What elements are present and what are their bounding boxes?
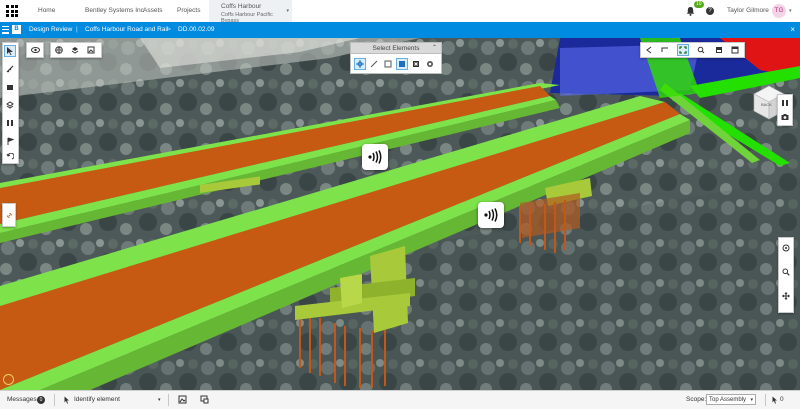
columns-icon[interactable]: [4, 117, 16, 129]
user-name[interactable]: Taylor Gilmore: [727, 0, 769, 22]
project-tab[interactable]: Coffs Harbour Coffs Harbour Pacific Bypa…: [209, 0, 292, 24]
measure-icon[interactable]: [4, 63, 16, 75]
selection-count: 0: [780, 396, 784, 403]
isolate-icon[interactable]: [4, 99, 16, 111]
add-selection-icon[interactable]: [396, 58, 408, 70]
nav-organization[interactable]: Bentley Systems Inc: [85, 0, 144, 22]
section-box-icon[interactable]: [4, 81, 16, 93]
zoom-panel: [778, 237, 794, 313]
element-select-icon[interactable]: [354, 58, 366, 70]
help-icon[interactable]: ?: [706, 7, 714, 15]
bridge-scene: [0, 38, 800, 390]
window-icon[interactable]: [200, 395, 209, 404]
close-icon[interactable]: ×: [790, 22, 795, 38]
columns-view-icon[interactable]: [779, 97, 791, 109]
breadcrumb-bar: B Design Review | Coffs Harbour Road and…: [0, 22, 800, 38]
undo-view-icon[interactable]: [4, 151, 16, 163]
chevron-down-icon[interactable]: ▾: [789, 8, 792, 14]
eye-icon[interactable]: [29, 44, 41, 56]
pan-icon[interactable]: [780, 290, 792, 302]
walk-icon[interactable]: [643, 44, 655, 56]
camera-panel: [777, 94, 793, 126]
breadcrumb-arrow: >: [167, 26, 171, 33]
scope-value: Top Assembly: [709, 397, 747, 403]
divider: [54, 394, 55, 406]
left-toolbar: [2, 42, 19, 164]
clear-selection-icon[interactable]: [424, 58, 436, 70]
notification-badge: 10: [694, 1, 704, 8]
breadcrumb-project[interactable]: Coffs Harbour Road and Rail: [85, 22, 168, 38]
view-settings-icon[interactable]: [729, 44, 741, 56]
divider: [168, 394, 169, 406]
bell-icon[interactable]: [686, 6, 695, 16]
rotate-icon[interactable]: [659, 44, 671, 56]
image-export-icon[interactable]: [178, 395, 187, 404]
camera-icon[interactable]: [779, 111, 791, 123]
flag-icon[interactable]: [4, 135, 16, 147]
remove-selection-icon[interactable]: [410, 58, 422, 70]
globe-icon[interactable]: [53, 44, 65, 56]
nav-projects[interactable]: Projects: [177, 0, 200, 22]
select-elements-title: Select Elements: [372, 45, 420, 52]
messages-label[interactable]: Messages: [7, 391, 37, 409]
line-select-icon[interactable]: [368, 58, 380, 70]
select-elements-header[interactable]: Select Elements ⌃: [350, 42, 442, 54]
fit-view-icon[interactable]: [677, 44, 689, 56]
status-bar: Messages 0 Identify element ▾ Scope: Top…: [0, 390, 800, 409]
view-tools-panel: [50, 42, 102, 58]
select-elements-window: Select Elements ⌃: [350, 42, 442, 74]
navigation-toolbar: [640, 42, 745, 58]
zoom-window-icon[interactable]: [695, 44, 707, 56]
chevron-down-icon: ▾: [286, 8, 289, 14]
sensor-wave-icon[interactable]: [478, 202, 504, 228]
view-cube-face-label: BACK: [761, 102, 772, 107]
target-icon[interactable]: [780, 242, 792, 254]
breadcrumb-model[interactable]: DD.00.02.09: [178, 22, 215, 38]
select-elements-toolbar: [350, 54, 442, 74]
image-icon[interactable]: [85, 44, 97, 56]
chevron-down-icon[interactable]: ▾: [158, 391, 161, 409]
project-tab-title: Coffs Harbour: [221, 3, 262, 10]
breadcrumb-separator: |: [76, 26, 78, 33]
app-launcher-icon[interactable]: [6, 5, 18, 17]
nav-assets[interactable]: Assets: [143, 0, 163, 22]
nav-home[interactable]: Home: [38, 0, 55, 22]
scope-label: Scope:: [686, 396, 707, 403]
box-select-icon[interactable]: [382, 58, 394, 70]
bentley-logo-icon[interactable]: B: [12, 25, 21, 34]
cursor-icon: [64, 396, 69, 404]
select-tool-icon[interactable]: [4, 45, 16, 57]
attachment-panel: [2, 203, 16, 227]
link-icon[interactable]: [3, 209, 15, 221]
chevron-up-icon[interactable]: ⌃: [432, 43, 437, 54]
zoom-icon[interactable]: [780, 266, 792, 278]
scope-select[interactable]: Top Assembly ▾: [706, 394, 756, 405]
chevron-down-icon: ▾: [750, 397, 753, 403]
top-bar: Home Bentley Systems Inc Assets Projects…: [0, 0, 800, 24]
compass-icon: [3, 374, 14, 385]
breadcrumb-design-review[interactable]: Design Review: [29, 22, 72, 38]
messages-count: 0: [37, 396, 45, 404]
divider: [765, 394, 766, 406]
sensor-wave-icon[interactable]: [362, 144, 388, 170]
saved-views-icon[interactable]: [713, 44, 725, 56]
visibility-panel: [26, 42, 44, 58]
3d-viewport[interactable]: Select Elements ⌃ BACK: [0, 38, 800, 390]
layers-icon[interactable]: [69, 44, 81, 56]
menu-icon[interactable]: [2, 26, 9, 34]
avatar[interactable]: TG: [772, 4, 786, 18]
identify-element-label[interactable]: Identify element: [74, 391, 120, 409]
cursor-icon: [772, 396, 777, 404]
